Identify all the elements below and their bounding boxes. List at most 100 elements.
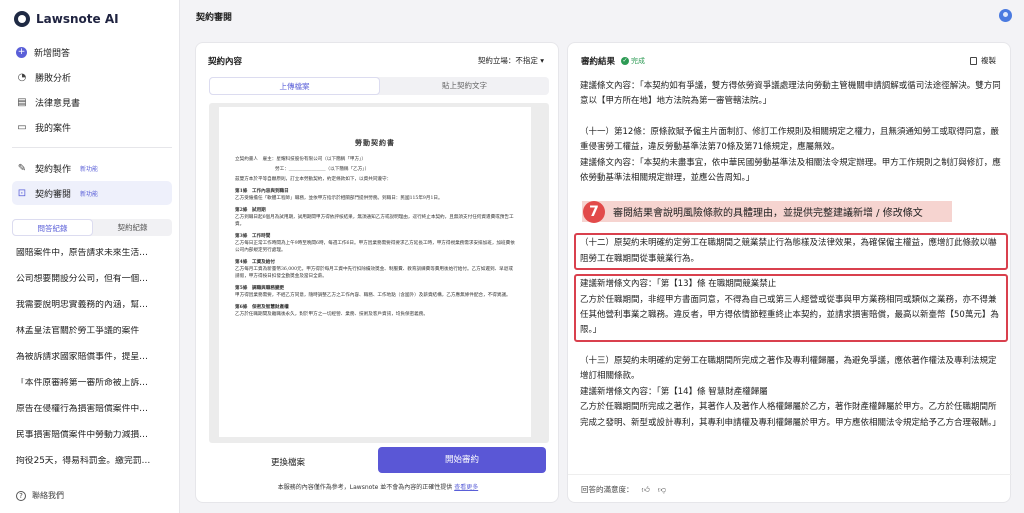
result-paragraph: 乙方於任職期間，非經甲方書面同意，不得為自己或第三人經營或從事與甲方業務相同或類… (580, 294, 999, 336)
document-article-body: 乙方每日正常工作時間為上午9時至晚間6時，每週工作6日。甲方因業務需要得要求乙方… (235, 241, 515, 253)
document-preamble: 茲雙方本於平等自願原則，訂立本勞動契約，約定條款如下，以資共同遵守： (235, 177, 392, 182)
upload-tabs: 上傳檔案 貼上契約文字 (209, 77, 549, 95)
document-article-body: 乙方受僱擔任「軟體工程師」職務，並依甲方指示於相關部門提供勞務。到職日：民國11… (235, 196, 443, 201)
tutorial-callout: 7 審閱結果會說明風險條款的具體理由，並提供完整建議新增 / 修改條文 (582, 200, 952, 223)
new-feature-badge: 新功能 (80, 190, 99, 198)
sidebar-divider (12, 147, 172, 148)
panel-title-text: 審約結果 (581, 57, 616, 67)
avatar[interactable] (999, 9, 1012, 22)
review-icon: ⊡ (17, 187, 27, 199)
callout-step-number: 7 (583, 200, 605, 223)
history-tabs: 問答紀錄 契約紀錄 (12, 219, 172, 236)
contract-stance-value: 契約立場：不指定 (477, 56, 538, 65)
sidebar-nav: + 新增問答 ◔ 勝敗分析 ▤ 法律意見書 ▭ 我的案件 ✎ 契約製作 新功能 … (12, 40, 172, 206)
sidebar-item-label: 契約審閱 (35, 189, 72, 200)
sidebar-item-label: 新增問答 (34, 48, 71, 59)
tab-qa-history[interactable]: 問答紀錄 (12, 219, 93, 236)
document-preview[interactable]: 勞動契約書 立契約書人 雇主：星耀科技股份有限公司（以下簡稱「甲方」） 勞工：＿… (209, 103, 549, 443)
thumbs-down-icon[interactable]: 👎︎ (658, 485, 666, 495)
feedback-label: 回答的滿意度： (581, 485, 634, 494)
result-paragraph: 建議新增條文內容：「第【13】條 在職期間競業禁止 (580, 279, 777, 290)
list-item[interactable]: 為被訴請求國家賠償事件，提呈… (16, 352, 172, 378)
sidebar-item-contract-review[interactable]: ⊡ 契約審閱 新功能 (12, 181, 172, 205)
highlighted-reason: （十二）原契約未明確約定勞工在職期間之競業禁止行為態樣及法律效果，為確保僱主權益… (574, 233, 1008, 271)
thumbs-up-icon[interactable]: 👍︎ (642, 485, 650, 495)
document-article-title: 第5條 調職與職務變更 (235, 286, 285, 291)
sidebar-item-contract-drafting[interactable]: ✎ 契約製作 新功能 (12, 156, 172, 180)
app-name: Lawsnote AI (36, 12, 119, 26)
check-circle-icon: ✓ (621, 57, 630, 65)
list-item[interactable]: 林孟皇法官關於勞工爭議的案件 (16, 326, 172, 352)
result-paragraph: 乙方於任職期間所完成之著作，其著作人及著作人格權歸屬於乙方，著作財產權歸屬於甲方… (580, 402, 1001, 428)
tab-paste-text[interactable]: 貼上契約文字 (380, 77, 549, 95)
document-article-body: 乙方於任職期間及離職後永久，對於甲方之一切經營、業務、技術及客戶資訊，均負保密義… (235, 312, 428, 317)
lawsnote-logo-icon (14, 11, 30, 27)
contact-us-label: 聯絡我們 (32, 491, 64, 500)
list-item[interactable]: 原告在侵權行為損害賠償案件中… (16, 404, 172, 430)
sidebar-item-new-qa[interactable]: + 新增問答 (12, 40, 172, 64)
sidebar-item-label: 我的案件 (35, 123, 72, 134)
copy-button[interactable]: 複製 (970, 55, 996, 66)
panel-title: 審約結果 ✓ 完成 (581, 55, 645, 67)
document-party: 立契約書人 雇主：星耀科技股份有限公司（以下簡稱「甲方」） (235, 157, 366, 162)
list-item[interactable]: 公司想要開設分公司，但有一個… (16, 274, 172, 300)
sidebar-item-my-cases[interactable]: ▭ 我的案件 (12, 115, 172, 139)
chart-icon: ◔ (17, 71, 27, 83)
tab-contract-history[interactable]: 契約紀錄 (93, 219, 172, 236)
sidebar: Lawsnote AI + 新增問答 ◔ 勝敗分析 ▤ 法律意見書 ▭ 我的案件… (0, 0, 180, 513)
contract-stance-select[interactable]: 契約立場：不指定 ▾ (478, 55, 544, 66)
document-article-body: 乙方每月工資為新臺幣36,000元，甲方得於每月工資中先行扣除績效獎金、制服費、… (235, 267, 513, 279)
copy-label: 複製 (981, 56, 996, 65)
feedback-bar: 回答的滿意度： 👍︎ 👎︎ (568, 474, 1012, 504)
app-logo[interactable]: Lawsnote AI (14, 11, 119, 27)
chevron-down-icon: ▾ (540, 56, 544, 65)
result-paragraph: 建議條文內容：「本契約如有爭議，雙方得依勞資爭議處理法向勞動主管機關申請調解或循… (580, 81, 1001, 107)
sidebar-item-legal-opinion[interactable]: ▤ 法律意見書 (12, 90, 172, 114)
disclaimer: 本服務的內容僅作為參考，Lawsnote 並不會為內容的正確性提供 查看更多 (196, 482, 560, 491)
result-paragraph: 建議條文內容：「本契約未盡事宜，依中華民國勞動基準法及相關法令規定辦理。甲方工作… (580, 157, 1001, 184)
sidebar-item-label: 勝敗分析 (35, 73, 72, 84)
new-feature-badge: 新功能 (80, 165, 99, 173)
result-paragraph: 建議新增條文內容：「第【14】條 智慧財產權歸屬 (580, 386, 768, 397)
sidebar-item-label: 契約製作 (35, 164, 72, 175)
list-item[interactable]: 我需要說明忠實義務的內涵，幫… (16, 300, 172, 326)
contract-content-panel: 契約內容 契約立場：不指定 ▾ 上傳檔案 貼上契約文字 勞動契約書 立契約書人 … (195, 42, 559, 503)
list-item[interactable]: 民事損害賠償案件中勞動力減損… (16, 430, 172, 456)
change-file-button[interactable]: 更換檔案 (228, 451, 348, 475)
pen-icon: ✎ (17, 162, 27, 174)
page-title: 契約審閱 (196, 13, 233, 23)
status-text: 完成 (631, 57, 646, 65)
list-item[interactable]: 拘役25天，得易科罰金。繳完罰… (16, 456, 172, 482)
start-review-button[interactable]: 開始審約 (378, 447, 546, 473)
folder-icon: ▭ (17, 121, 27, 133)
sidebar-item-win-loss[interactable]: ◔ 勝敗分析 (12, 65, 172, 89)
tab-upload-file[interactable]: 上傳檔案 (209, 77, 380, 95)
help-icon: ? (16, 490, 26, 501)
document-article-title: 第4條 工資及給付 (235, 260, 275, 265)
result-paragraph: （十三）原契約未明確約定勞工在職期間所完成之著作及專利權歸屬，為避免爭議，應依著… (580, 355, 997, 382)
sidebar-item-label: 法律意見書 (35, 98, 81, 109)
document-icon: ▤ (17, 96, 27, 108)
document-article-title: 第3條 工作時間 (235, 234, 271, 239)
document-article-title: 第2條 試用期 (235, 208, 266, 213)
document-article-title: 第1條 工作內容與到職日 (235, 189, 289, 194)
document-article-body: 甲方得因業務需要，不經乙方同意，隨時調整乙方之工作內容、職務、工作地點（含國外）… (235, 293, 511, 298)
document-title: 勞動契約書 (355, 138, 395, 147)
document-page: 勞動契約書 立契約書人 雇主：星耀科技股份有限公司（以下簡稱「甲方」） 勞工：＿… (219, 107, 531, 437)
list-item[interactable]: 「本件原審將第一審所命被上訴… (16, 378, 172, 404)
status-badge: ✓ 完成 (621, 56, 645, 66)
callout-text: 審閱結果會說明風險條款的具體理由，並提供完整建議新增 / 修改條文 (613, 208, 923, 219)
result-paragraph: （十一）第12條：原條款賦予僱主片面制訂、修訂工作規則及相關規定之權力，且無須通… (580, 126, 999, 153)
highlighted-suggestion: 建議新增條文內容：「第【13】條 在職期間競業禁止 乙方於任職期間，非經甲方書面… (574, 274, 1008, 342)
history-list: 國賠案件中，原告請求未來生活… 公司想要開設分公司，但有一個… 我需要說明忠實義… (16, 248, 172, 482)
document-article-title: 第6條 保密及智慧財產權 (235, 305, 289, 310)
list-item[interactable]: 國賠案件中，原告請求未來生活… (16, 248, 172, 274)
review-result-panel: 審約結果 ✓ 完成 複製 建議條文內容：「本契約如有爭議，雙方得依勞資爭議處理法… (567, 42, 1012, 504)
copy-icon (970, 56, 977, 65)
see-more-link[interactable]: 查看更多 (454, 484, 478, 491)
disclaimer-text: 本服務的內容僅作為參考，Lawsnote 並不會為內容的正確性提供 (277, 484, 453, 491)
document-party: 勞工：＿＿＿＿＿＿＿＿（以下簡稱「乙方」） (275, 167, 370, 172)
review-result-content: 建議條文內容：「本契約如有爭議，雙方得依勞資爭議處理法向勞動主管機關申請調解或循… (574, 79, 1008, 431)
plus-circle-icon: + (16, 46, 27, 58)
contact-us-link[interactable]: ? 聯絡我們 (16, 490, 64, 501)
